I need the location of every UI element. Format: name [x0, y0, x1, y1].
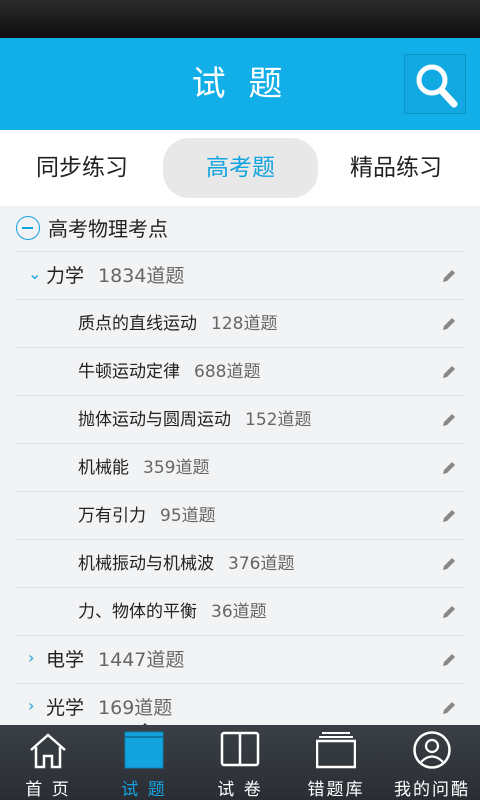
chevron-down-icon[interactable]: ⌄ — [28, 264, 41, 283]
book-icon — [220, 731, 260, 767]
pencil-icon[interactable] — [440, 603, 458, 621]
pencil-icon[interactable] — [440, 507, 458, 525]
row-name: 质点的直线运动 — [78, 314, 197, 334]
pencil-icon[interactable] — [440, 555, 458, 573]
pencil-icon[interactable] — [440, 363, 458, 381]
pencil-icon[interactable] — [440, 699, 458, 717]
row-name: 抛体运动与圆周运动 — [78, 410, 231, 430]
nav-my-profile-label: 我的问酷 — [394, 780, 470, 800]
row-count: 688道题 — [194, 362, 261, 382]
pencil-icon[interactable] — [440, 411, 458, 429]
pencil-icon[interactable] — [440, 651, 458, 669]
row-name: 电学 — [46, 649, 85, 671]
user-icon — [413, 731, 451, 769]
tree-row-mechanical-energy[interactable]: 机械能 359道题 — [16, 444, 464, 492]
row-name: 力学 — [46, 265, 85, 287]
row-count: 95道题 — [160, 506, 216, 526]
tree-row-electricity[interactable]: › 电学 1447道题 — [16, 636, 464, 684]
tab-premium-practice[interactable]: 精品练习 — [318, 138, 474, 198]
chevron-right-icon[interactable]: › — [28, 648, 34, 667]
tree-row-vibration-waves[interactable]: 机械振动与机械波 376道题 — [16, 540, 464, 588]
row-count: 359道题 — [143, 458, 210, 478]
collapse-icon[interactable] — [16, 216, 40, 240]
row-name: 机械振动与机械波 — [78, 554, 214, 574]
row-name: 牛顿运动定律 — [78, 362, 180, 382]
tree-root[interactable]: 高考物理考点 — [16, 206, 464, 252]
search-icon — [416, 64, 458, 108]
row-count: 152道题 — [245, 410, 312, 430]
pencil-icon[interactable] — [440, 459, 458, 477]
pencil-icon[interactable] — [440, 267, 458, 285]
tab-sync-practice[interactable]: 同步练习 — [4, 138, 160, 198]
tree-root-label: 高考物理考点 — [48, 217, 168, 241]
nav-home[interactable]: 首 页 — [0, 725, 96, 800]
row-count: 169道题 — [98, 697, 173, 719]
nav-papers-label: 试 卷 — [217, 780, 263, 800]
nav-papers[interactable]: 试 卷 — [192, 725, 288, 800]
questions-icon — [124, 731, 164, 769]
nav-questions-label: 试 题 — [121, 780, 167, 800]
row-name: 光学 — [46, 697, 85, 719]
tab-gaokao[interactable]: 高考题 — [163, 138, 318, 198]
chevron-right-icon[interactable]: › — [28, 696, 34, 715]
nav-home-label: 首 页 — [25, 780, 71, 800]
stack-icon — [316, 732, 356, 769]
tree-row-mechanics[interactable]: ⌄ 力学 1834道题 — [16, 252, 464, 300]
topic-tree: 高考物理考点 ⌄ 力学 1834道题 质点的直线运动 128道题 牛顿运动定律 688… — [0, 206, 480, 725]
search-button[interactable] — [404, 54, 466, 114]
nav-questions[interactable]: 试 题 — [96, 725, 192, 800]
row-name: 力、物体的平衡 — [78, 602, 197, 622]
row-name: 机械能 — [78, 458, 129, 478]
row-count: 36道题 — [211, 602, 267, 622]
tree-row-force-equilibrium[interactable]: 力、物体的平衡 36道题 — [16, 588, 464, 636]
status-bar — [0, 0, 480, 38]
tree-row-newton-laws[interactable]: 牛顿运动定律 688道题 — [16, 348, 464, 396]
row-count: 1447道题 — [98, 649, 185, 671]
row-count: 128道题 — [211, 314, 278, 334]
nav-wrong-answers-label: 错题库 — [307, 780, 365, 800]
pencil-icon[interactable] — [440, 315, 458, 333]
bottom-navigation: 首 页 试 题 试 卷 错题库 我的问酷 — [0, 725, 480, 800]
tree-row-straight-line-motion[interactable]: 质点的直线运动 128道题 — [16, 300, 464, 348]
app-header: 试 题 — [0, 38, 480, 130]
row-count: 376道题 — [228, 554, 295, 574]
tab-bar: 同步练习 高考题 精品练习 — [0, 130, 480, 206]
tree-row-projectile-circular[interactable]: 抛体运动与圆周运动 152道题 — [16, 396, 464, 444]
nav-wrong-answers[interactable]: 错题库 — [288, 725, 384, 800]
nav-my-profile[interactable]: 我的问酷 — [384, 725, 480, 800]
tree-row-gravitation[interactable]: 万有引力 95道题 — [16, 492, 464, 540]
row-name: 万有引力 — [78, 506, 146, 526]
home-icon — [30, 733, 66, 769]
row-count: 1834道题 — [98, 265, 185, 287]
tree-row-optics[interactable]: › 光学 169道题 — [16, 684, 464, 725]
